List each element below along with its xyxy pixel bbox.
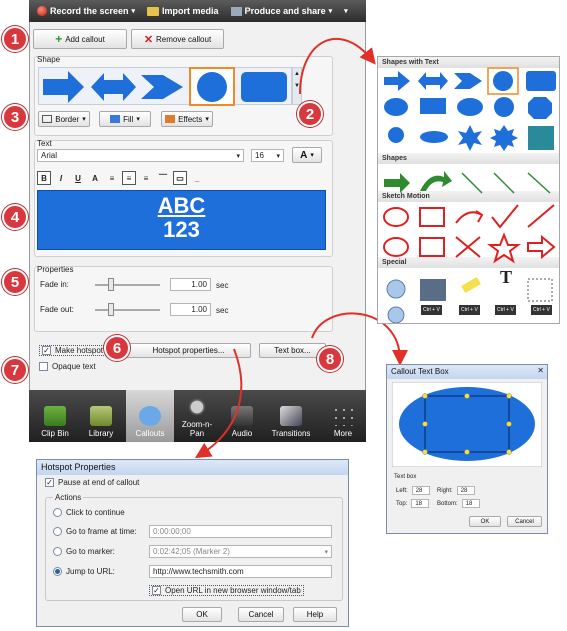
sketch-arrow-curve[interactable]: [455, 210, 484, 224]
popup-shape-rect[interactable]: [526, 71, 556, 91]
hotspot-ok-button[interactable]: OK: [182, 607, 222, 622]
popup-shape-pin[interactable]: [388, 127, 404, 143]
badge-4: 4: [2, 204, 28, 230]
sketch-star[interactable]: [487, 232, 521, 264]
popup-line-double[interactable]: [527, 172, 551, 194]
shapes-popup-gallery: [383, 67, 556, 323]
sketch-block-arrow[interactable]: [527, 234, 556, 260]
resize-handle[interactable]: [422, 393, 428, 399]
popup-shape-double-arrow[interactable]: [418, 72, 448, 90]
dialog-title: Callout Text Box: [387, 365, 547, 379]
sketch-rect[interactable]: [419, 207, 445, 227]
special-cursor-icon[interactable]: [527, 278, 553, 302]
popup-shape-arrow[interactable]: [384, 71, 410, 91]
badge-2: 2: [297, 101, 323, 127]
popup-shape-thought[interactable]: [457, 98, 483, 116]
resize-handle[interactable]: [464, 393, 470, 399]
right-margin-row: Right: 28: [437, 486, 475, 495]
popup-shape-callout-circle[interactable]: [494, 97, 514, 117]
top-margin-input[interactable]: 18: [411, 499, 430, 508]
badge-1: 1: [2, 26, 28, 52]
sketch-rect-2[interactable]: [419, 237, 445, 257]
top-margin-row: Top: 18: [396, 499, 430, 508]
resize-handle[interactable]: [506, 421, 512, 427]
sketch-check[interactable]: [491, 204, 519, 229]
popup-shape-starburst[interactable]: [490, 125, 518, 151]
text-box-preview: [392, 382, 542, 467]
radio-selected-icon: [53, 567, 62, 576]
right-margin-input[interactable]: 28: [456, 486, 475, 495]
marker-select[interactable]: 0:02:42;05 (Marker 2) ▾: [149, 545, 332, 558]
goto-frame-radio[interactable]: Go to frame at time:: [53, 527, 137, 536]
badge-5: 5: [2, 269, 28, 295]
radio-icon: [53, 547, 62, 556]
text-box-ok-button[interactable]: OK: [469, 516, 501, 527]
arrow-to-hotspot-dialog: [194, 348, 243, 459]
preview-text-rect[interactable]: [424, 395, 510, 453]
badge-8: 8: [317, 346, 343, 372]
popup-shape-speech-rect[interactable]: [420, 98, 446, 114]
click-continue-radio[interactable]: Click to continue: [53, 508, 125, 517]
resize-handle[interactable]: [422, 449, 428, 455]
popup-shape-teardrop[interactable]: [420, 131, 448, 143]
dialog-title: Hotspot Properties: [37, 460, 348, 475]
radio-icon: [53, 508, 62, 517]
popup-line[interactable]: [461, 172, 483, 194]
popup-shape-octagon[interactable]: [528, 97, 552, 119]
sketch-ellipse-2[interactable]: [383, 237, 409, 257]
left-margin-input[interactable]: 28: [411, 486, 430, 495]
popup-shapes-row: [384, 171, 551, 194]
url-input[interactable]: http://www.techsmith.com: [149, 565, 332, 578]
resize-handle[interactable]: [464, 449, 470, 455]
special-blur-icon[interactable]: [420, 279, 446, 301]
checkbox-checked-icon: ✓: [45, 477, 54, 487]
popup-shape-square[interactable]: [528, 126, 554, 150]
radio-icon: [53, 527, 62, 536]
popup-line-arrow[interactable]: [493, 172, 515, 194]
goto-marker-radio[interactable]: Go to marker:: [53, 547, 115, 556]
arrow-to-shapes-popup: [299, 37, 376, 95]
sketch-ellipse[interactable]: [383, 207, 409, 227]
text-box-cancel-button[interactable]: Cancel: [507, 516, 542, 527]
special-hotspot-icon[interactable]: [386, 279, 406, 299]
popup-shape-burst[interactable]: [458, 125, 482, 151]
resize-handle[interactable]: [506, 393, 512, 399]
checkbox-checked-icon: ✓: [152, 585, 161, 595]
bottom-margin-input[interactable]: 18: [461, 499, 480, 508]
special-highlight-icon[interactable]: [461, 277, 481, 293]
jump-url-radio[interactable]: Jump to URL:: [53, 567, 115, 576]
hotspot-cancel-button[interactable]: Cancel: [238, 607, 284, 622]
popup-curved-arrow[interactable]: [420, 171, 452, 191]
open-new-window-checkbox[interactable]: ✓ Open URL in new browser window/tab: [149, 585, 304, 596]
text-box-group-label: Text box: [394, 474, 417, 480]
resize-handle[interactable]: [506, 449, 512, 455]
close-icon[interactable]: ✕: [537, 366, 544, 375]
popup-shape-chevron[interactable]: [454, 73, 482, 89]
badge-7: 7: [2, 357, 28, 383]
resize-handle[interactable]: [422, 421, 428, 427]
special-hotspot-icon-2[interactable]: [387, 306, 405, 323]
popup-green-arrow[interactable]: [384, 173, 410, 193]
badge-6: 6: [104, 335, 130, 361]
badge-3: 3: [2, 104, 28, 130]
popup-shape-speech-oval[interactable]: [384, 98, 408, 116]
chevron-down-icon: ▾: [324, 548, 328, 556]
left-margin-row: Left: 28: [396, 486, 430, 495]
popup-shape-circle[interactable]: [493, 71, 513, 91]
sketch-line[interactable]: [527, 204, 555, 228]
bottom-margin-row: Bottom: 18: [437, 499, 480, 508]
sketch-x[interactable]: [455, 236, 481, 258]
hotspot-help-button[interactable]: Help: [293, 607, 337, 622]
actions-group-label: Actions: [53, 493, 84, 502]
frame-time-input[interactable]: 0:00:00;00: [149, 525, 332, 538]
pause-end-checkbox[interactable]: ✓ Pause at end of callout: [45, 478, 139, 487]
